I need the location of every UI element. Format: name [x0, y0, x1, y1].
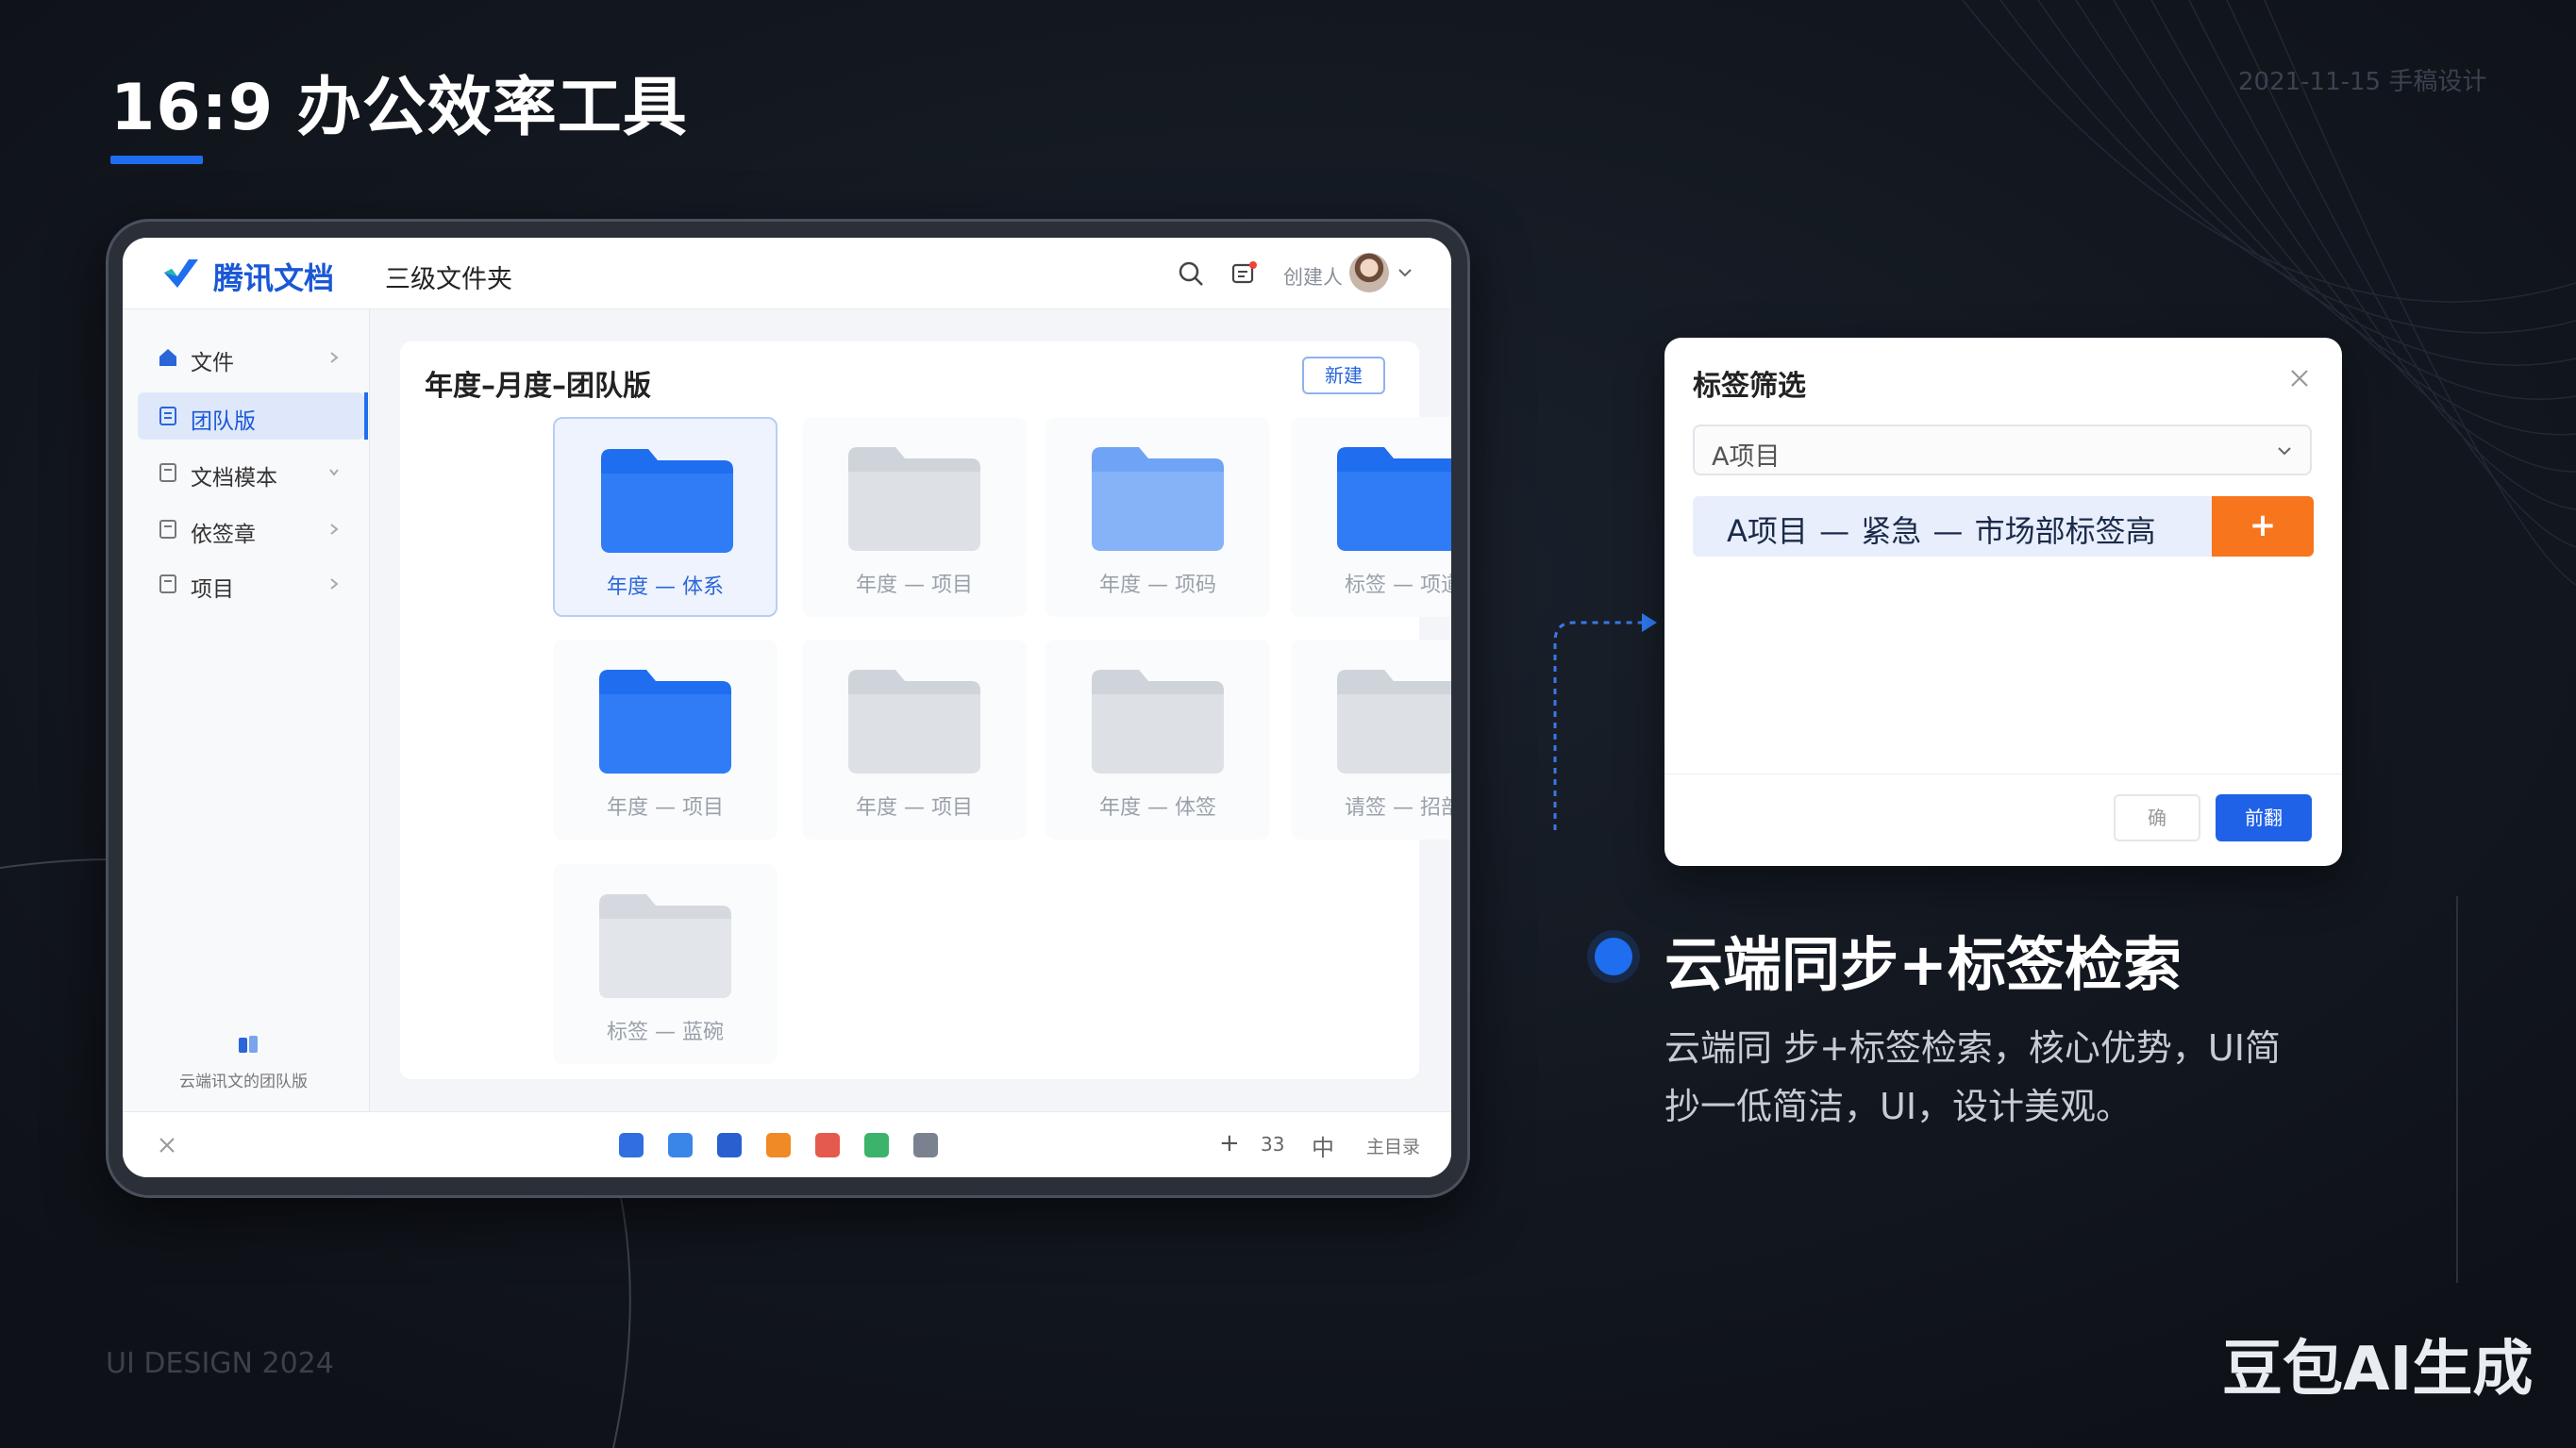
dock-app-icon[interactable]: [864, 1133, 889, 1157]
feature-heading: 云端同步+标签检索: [1664, 930, 2182, 999]
dock-app-icon[interactable]: [815, 1133, 840, 1157]
folder-card[interactable]: 年度 — 体签: [1045, 640, 1270, 840]
footer-watermark: UI DESIGN 2024: [106, 1347, 334, 1380]
chevron-down-icon: [2278, 447, 2291, 456]
collapse-icon[interactable]: [157, 1135, 177, 1156]
folder-name: 年度 — 项目: [856, 574, 973, 597]
feature-description-line: 抄一低简洁，UI，设计美观。: [1664, 1086, 2133, 1127]
cancel-button[interactable]: 确: [2114, 794, 2200, 841]
sidebar-active-indicator: [364, 392, 368, 440]
tag-path-strip: A项目 — 紧急 — 市场部标签高 +: [1693, 496, 2314, 557]
folder-card[interactable]: 年度 — 项目: [553, 640, 778, 840]
project-select[interactable]: A项目: [1693, 424, 2312, 475]
avatar[interactable]: [1349, 253, 1389, 292]
home-icon: [159, 349, 176, 366]
user-name[interactable]: 创建人: [1283, 262, 1343, 291]
folder-name: 年度 — 项码: [1099, 574, 1216, 597]
folder-card[interactable]: 标签 — 蓝碗: [553, 864, 778, 1064]
title-underline: [110, 156, 203, 164]
folder-name: 标签 — 蓝碗: [607, 1021, 724, 1044]
bottom-bar: + 33 中 主目录: [123, 1111, 1451, 1177]
folder-icon: [1337, 670, 1451, 774]
chevron-right-icon: [330, 352, 339, 363]
tag-filter-dialog: 标签筛选 A项目 A项目 — 紧急 — 市场部标签高 + 确 前翻: [1664, 338, 2342, 866]
folder-card[interactable]: 标签 — 项道: [1291, 417, 1451, 617]
confirm-button[interactable]: 前翻: [2216, 794, 2312, 841]
sidebar-item-label: 团队版: [191, 409, 256, 434]
zoom-fit-button[interactable]: 中: [1312, 1129, 1334, 1162]
folder-panel: 年度–月度–团队版 新建 年度 — 体系 年度 — 项目 年度 — 项码 标签 …: [400, 341, 1451, 1079]
chevron-down-icon[interactable]: [1397, 264, 1413, 281]
chevron-right-icon: [330, 524, 339, 535]
slide-title: 16:9 办公效率工具: [110, 71, 688, 145]
new-button[interactable]: 新建: [1302, 357, 1385, 394]
document-icon: [159, 520, 176, 539]
sidebar-item-projects[interactable]: 项目: [138, 560, 364, 607]
tag-path-text: A项目 — 紧急 — 市场部标签高: [1727, 513, 2156, 549]
sidebar-item-label: 项目: [191, 577, 234, 602]
zoom-value: 33: [1261, 1133, 1285, 1156]
home-directory-link[interactable]: 主目录: [1366, 1133, 1420, 1158]
document-icon: [159, 574, 176, 593]
cloud-team-icon[interactable]: [236, 1032, 260, 1057]
folder-icon: [601, 449, 733, 553]
folder-name: 年度 — 项目: [607, 796, 724, 820]
folder-icon: [1337, 447, 1451, 551]
chevron-right-icon: [330, 578, 339, 590]
chevron-down-icon: [329, 469, 339, 476]
folder-icon: [848, 447, 980, 551]
dock-app-icon[interactable]: [766, 1133, 791, 1157]
feature-bullet: [1595, 938, 1632, 975]
sidebar-item-label: 文档模本: [191, 466, 277, 491]
panel-title: 年度–月度–团队版: [425, 370, 651, 403]
document-icon: [159, 407, 176, 425]
dock-app-icon[interactable]: [717, 1133, 742, 1157]
add-tag-button[interactable]: +: [2212, 496, 2314, 557]
breadcrumb[interactable]: 三级文件夹: [385, 258, 512, 295]
app-name: 腾讯文档: [213, 260, 335, 296]
sidebar-item-files[interactable]: 文件: [138, 334, 364, 381]
top-bar: 腾讯文档 三级文件夹 创建人: [123, 238, 1451, 309]
sidebar: 文件 团队版 文档模本 依签章 项目 云端讯文的团队版: [123, 309, 370, 1111]
document-icon: [159, 463, 176, 482]
folder-name: 请签 — 招部: [1345, 796, 1451, 820]
dock-app-icon[interactable]: [668, 1133, 693, 1157]
folder-card[interactable]: 年度 — 项目: [802, 417, 1027, 617]
ai-generated-badge: 豆包AI生成: [2222, 1335, 2534, 1405]
dock-app-icon[interactable]: [913, 1133, 938, 1157]
folder-name: 年度 — 体签: [1099, 796, 1216, 820]
folder-icon: [599, 670, 731, 774]
folder-icon: [1092, 447, 1224, 551]
feature-description-line: 云端同 步+标签检索，核心优势，UI简: [1664, 1027, 2281, 1069]
sidebar-item-label: 文件: [191, 351, 234, 375]
dock-app-icon[interactable]: [619, 1133, 644, 1157]
folder-card[interactable]: 请签 — 招部: [1291, 640, 1451, 840]
folder-name: 年度 — 体系: [607, 575, 724, 599]
close-icon[interactable]: [2287, 366, 2312, 391]
app-screen: 腾讯文档 三级文件夹 创建人 文件 团队版 文档模本 依签章 项目 云端讯文的团…: [123, 238, 1451, 1177]
folder-icon: [848, 670, 980, 774]
sidebar-bottom-label: 云端讯文的团队版: [179, 1073, 308, 1091]
tencent-docs-logo-icon[interactable]: [160, 254, 202, 295]
dialog-title: 标签筛选: [1693, 370, 1806, 403]
sidebar-item-team[interactable]: 团队版: [138, 392, 364, 440]
folder-card[interactable]: 年度 — 项码: [1045, 417, 1270, 617]
corner-tag: 2021-11-15 手稿设计: [2238, 68, 2487, 96]
sidebar-item-label: 依签章: [191, 523, 256, 547]
notification-icon[interactable]: [1229, 258, 1259, 289]
folder-name: 年度 — 项目: [856, 796, 973, 820]
folder-icon: [1092, 670, 1224, 774]
folder-name: 标签 — 项道: [1345, 574, 1451, 597]
folder-card[interactable]: 年度 — 体系: [553, 417, 778, 617]
folder-card[interactable]: 年度 — 项目: [802, 640, 1027, 840]
folder-icon: [599, 894, 731, 998]
zoom-in-button[interactable]: +: [1219, 1129, 1240, 1157]
select-value: A项目: [1712, 442, 1781, 472]
connector-arrow: [1553, 613, 1657, 830]
search-icon[interactable]: [1176, 258, 1206, 289]
sidebar-item-signatures[interactable]: 依签章: [138, 506, 364, 553]
sidebar-item-templates[interactable]: 文档模本: [138, 449, 364, 496]
